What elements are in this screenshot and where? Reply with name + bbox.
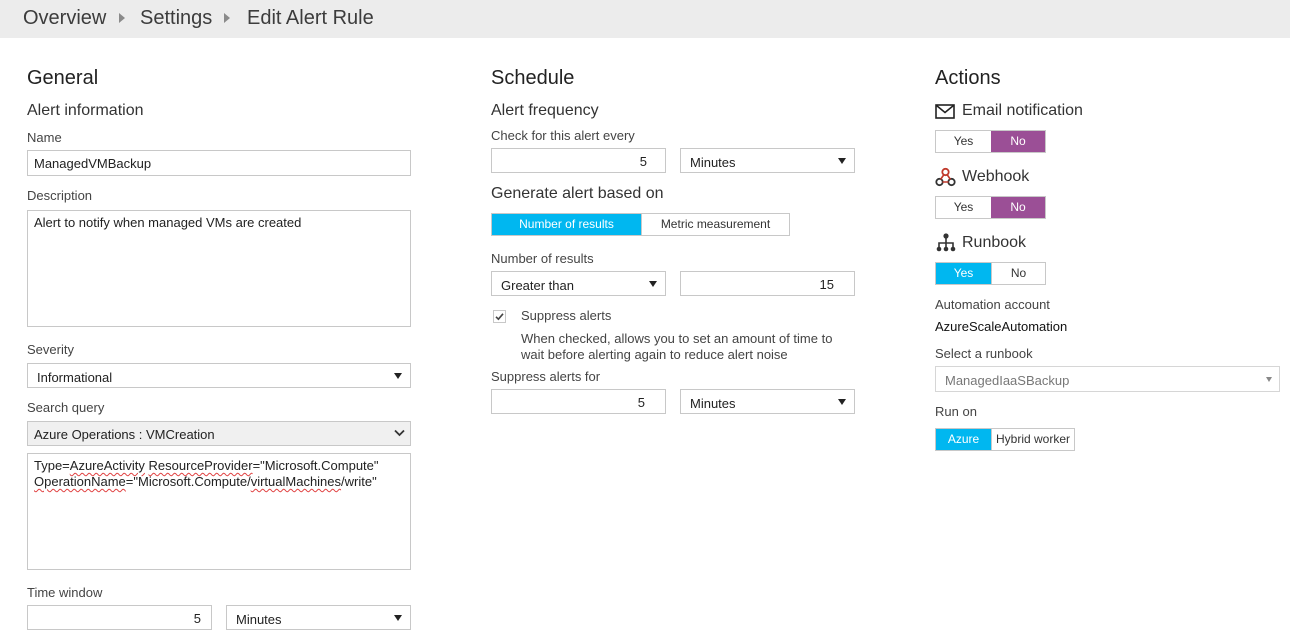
runbook-select[interactable]: ManagedIaaSBackup [935,366,1280,392]
comparison-select[interactable]: Greater than [491,271,666,296]
run-on-hybrid-worker-option[interactable]: Hybrid worker [991,429,1074,450]
general-heading: General [27,67,99,89]
time-window-unit-select[interactable]: Minutes [226,605,411,630]
time-window-input[interactable]: 5 [27,605,212,630]
breadcrumb-separator-icon [224,13,230,23]
runbook-label: Runbook [962,234,1027,251]
search-query-select-value: Azure Operations : VMCreation [34,427,215,442]
run-on-toggle: Azure Hybrid worker [935,428,1075,451]
runbook-yes-option[interactable]: Yes [936,263,991,284]
breadcrumb: Overview Settings Edit Alert Rule [0,0,1290,38]
dropdown-arrow-icon [394,615,402,621]
name-label: Name [27,130,62,145]
chevron-down-icon [394,429,405,437]
webhook-toggle: Yes No [935,196,1046,219]
check-every-input[interactable]: 5 [491,148,666,173]
time-window-label: Time window [27,585,103,600]
time-window-value: 5 [193,611,201,626]
search-query-text: Type=AzureActivity ResourceProvider="Mic… [34,458,379,489]
threshold-input[interactable]: 15 [680,271,855,296]
email-no-option[interactable]: No [991,131,1045,152]
check-every-unit-value: Minutes [690,155,736,170]
search-query-textarea[interactable]: Type=AzureActivity ResourceProvider="Mic… [27,453,411,570]
time-window-unit-value: Minutes [236,612,282,627]
webhook-icon [935,167,956,187]
suppress-for-unit-value: Minutes [690,396,736,411]
tab-number-of-results[interactable]: Number of results [492,214,641,235]
run-on-label: Run on [935,404,977,419]
breadcrumb-settings[interactable]: Settings [140,7,212,30]
threshold-value: 15 [819,277,834,292]
description-value: Alert to notify when managed VMs are cre… [34,215,302,230]
checkbox-checked-icon[interactable] [493,310,506,323]
webhook-yes-option[interactable]: Yes [936,197,991,218]
runbook-no-option[interactable]: No [991,263,1045,284]
run-on-azure-option[interactable]: Azure [936,429,991,450]
severity-value: Informational [37,370,113,385]
dropdown-arrow-icon [838,158,846,164]
automation-account-value: AzureScaleAutomation [935,319,1068,334]
description-textarea[interactable]: Alert to notify when managed VMs are cre… [27,210,411,327]
alert-information-heading: Alert information [27,102,144,119]
suppress-help-line2: wait before alerting again to reduce ale… [521,347,788,362]
email-notification-label: Email notification [962,102,1083,119]
check-every-unit-select[interactable]: Minutes [680,148,855,173]
breadcrumb-overview[interactable]: Overview [23,7,106,30]
runbook-toggle: Yes No [935,262,1046,285]
runbook-tree-icon [936,233,956,252]
suppress-for-unit-select[interactable]: Minutes [680,389,855,414]
check-every-label: Check for this alert every [491,128,635,143]
severity-label: Severity [27,342,74,357]
select-runbook-label: Select a runbook [935,346,1033,361]
webhook-no-option[interactable]: No [991,197,1045,218]
envelope-icon [935,104,955,119]
breadcrumb-separator-icon [119,13,125,23]
comparison-value: Greater than [501,278,574,293]
check-every-value: 5 [639,154,647,169]
name-field[interactable]: ManagedVMBackup [27,150,411,176]
severity-select[interactable]: Informational [27,363,411,388]
schedule-heading: Schedule [491,67,575,89]
suppress-for-value: 5 [637,395,645,410]
suppress-for-input[interactable]: 5 [491,389,666,414]
search-query-label: Search query [27,400,105,415]
email-yes-option[interactable]: Yes [936,131,991,152]
dropdown-arrow-icon [838,399,846,405]
breadcrumb-edit-alert-rule: Edit Alert Rule [247,7,374,29]
suppress-for-label: Suppress alerts for [491,369,601,384]
search-query-select[interactable]: Azure Operations : VMCreation [27,421,411,446]
automation-account-label: Automation account [935,297,1050,312]
description-label: Description [27,188,93,203]
name-value: ManagedVMBackup [34,156,152,171]
email-notification-toggle: Yes No [935,130,1046,153]
webhook-label: Webhook [962,168,1030,185]
dropdown-arrow-icon [394,373,402,379]
runbook-select-value: ManagedIaaSBackup [945,373,1070,388]
dropdown-arrow-icon [649,281,657,287]
alert-frequency-heading: Alert frequency [491,102,599,119]
tab-metric-measurement[interactable]: Metric measurement [641,214,789,235]
suppress-help-line1: When checked, allows you to set an amoun… [521,331,833,346]
suppress-alerts-label: Suppress alerts [521,308,612,323]
actions-heading: Actions [935,67,1001,89]
generate-alert-heading: Generate alert based on [491,185,664,202]
dropdown-arrow-icon [1266,377,1272,382]
generate-alert-toggle: Number of results Metric measurement [491,213,790,236]
number-of-results-label: Number of results [491,251,594,266]
